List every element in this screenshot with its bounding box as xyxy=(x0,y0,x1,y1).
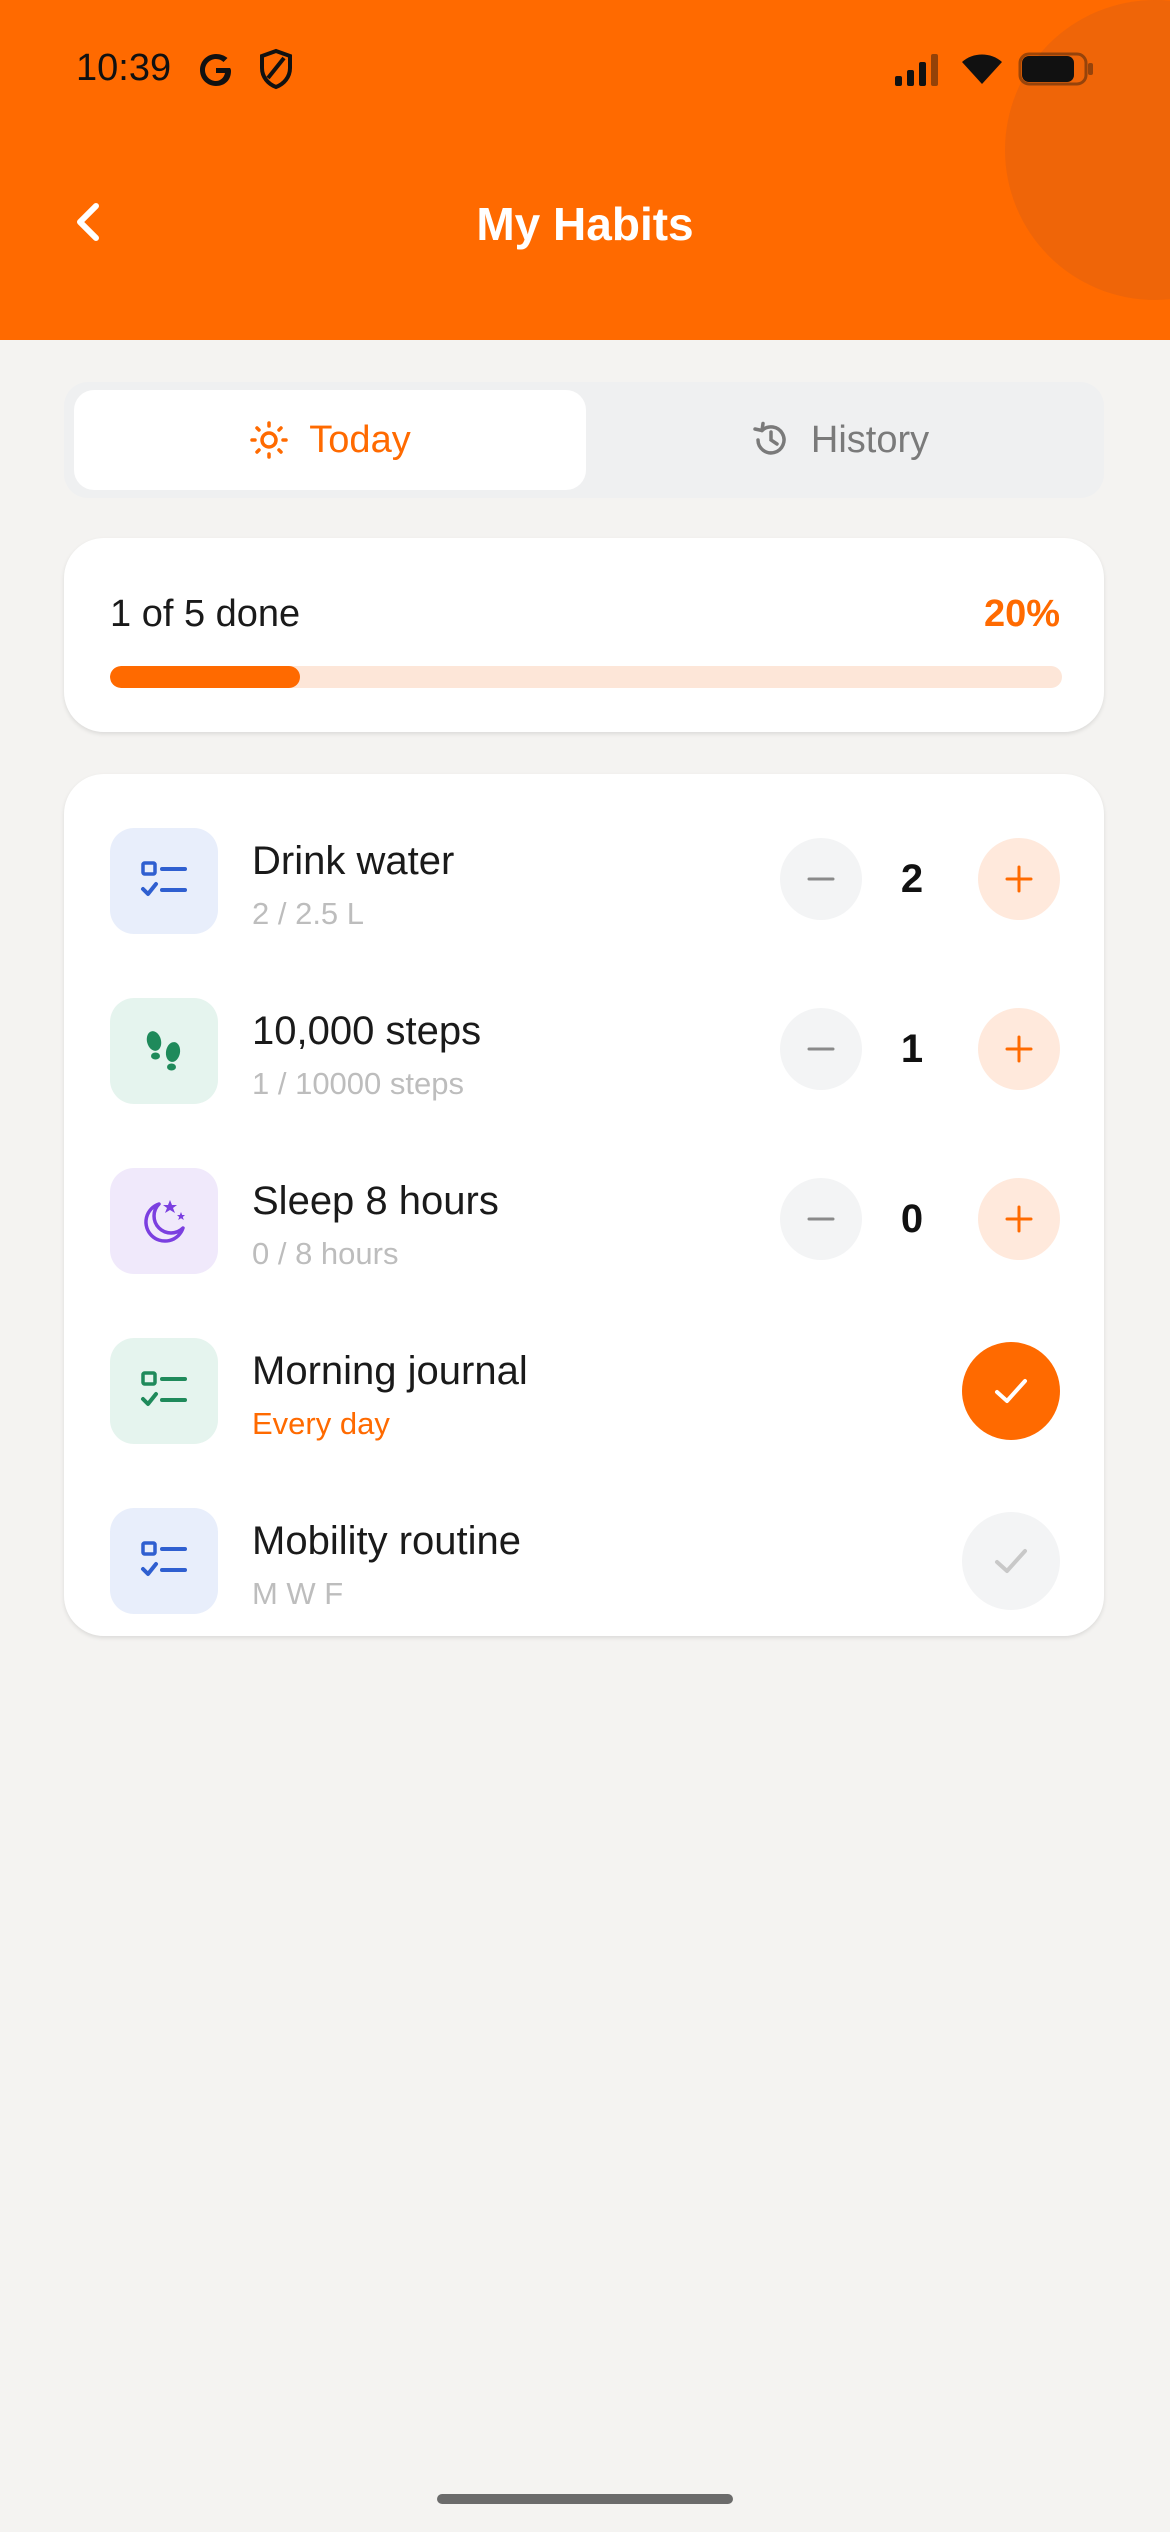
habit-row-mobility-routine: Mobility routine M W F xyxy=(64,1476,1104,1646)
progress-percent: 20% xyxy=(983,593,1060,635)
tab-history-label: History xyxy=(810,418,930,461)
habit-progress: 2 / 2.5 L xyxy=(252,896,365,931)
status-time: 10:39 xyxy=(76,47,172,89)
tab-today-label: Today xyxy=(309,418,411,461)
app-header: 10:39 My Habits xyxy=(0,0,1170,340)
moon-stars-icon xyxy=(144,1200,185,1243)
habits-list: Drink water 2 / 2.5 L 2 10,000 steps 1 /… xyxy=(64,774,1104,1636)
checklist-icon xyxy=(141,861,187,896)
increment-button[interactable] xyxy=(978,1008,1060,1090)
google-icon xyxy=(200,54,231,86)
habit-icon-container xyxy=(110,998,218,1104)
wifi-icon xyxy=(962,54,1002,84)
home-indicator[interactable] xyxy=(437,2494,733,2504)
tab-today[interactable]: Today xyxy=(74,390,586,490)
tab-bar: Today History xyxy=(64,382,1104,498)
habit-name: 10,000 steps xyxy=(252,1009,482,1053)
shield-icon xyxy=(260,48,292,90)
habit-icon-container xyxy=(110,1508,218,1614)
habit-icon-container xyxy=(110,1168,218,1274)
plus-icon xyxy=(1005,1205,1033,1233)
signal-icon xyxy=(895,54,938,86)
habit-row-steps: 10,000 steps 1 / 10000 steps 1 xyxy=(64,966,1104,1136)
habit-count: 0 xyxy=(900,1197,924,1241)
habit-name: Drink water xyxy=(252,839,455,883)
habit-count: 1 xyxy=(900,1027,924,1071)
increment-button[interactable] xyxy=(978,838,1060,920)
history-icon xyxy=(753,421,786,455)
progress-bar-fill xyxy=(110,666,301,688)
minus-icon xyxy=(807,1047,835,1051)
habit-progress: 1 / 10000 steps xyxy=(252,1066,464,1101)
complete-toggle[interactable] xyxy=(962,1512,1060,1610)
page-title: My Habits xyxy=(476,198,694,250)
habit-name: Sleep 8 hours xyxy=(252,1179,499,1223)
habit-schedule: M W F xyxy=(252,1576,344,1611)
habit-name: Morning journal xyxy=(252,1349,528,1393)
habit-row-morning-journal: Morning journal Every day xyxy=(64,1306,1104,1476)
check-icon xyxy=(995,1379,1027,1403)
check-icon xyxy=(995,1549,1027,1573)
habit-name: Mobility routine xyxy=(252,1519,522,1563)
complete-toggle[interactable] xyxy=(962,1342,1060,1440)
plus-icon xyxy=(1005,1035,1033,1063)
habit-row-sleep: Sleep 8 hours 0 / 8 hours 0 xyxy=(64,1136,1104,1306)
progress-card: 1 of 5 done 20% xyxy=(64,538,1104,732)
habit-schedule: Every day xyxy=(252,1406,390,1441)
checklist-icon xyxy=(141,1541,187,1576)
increment-button[interactable] xyxy=(978,1178,1060,1260)
checklist-icon xyxy=(141,1371,187,1406)
decrement-button[interactable] xyxy=(780,1178,862,1260)
footsteps-icon xyxy=(146,1031,181,1071)
decrement-button[interactable] xyxy=(780,1008,862,1090)
tab-history[interactable]: History xyxy=(584,390,1096,490)
habit-row-drink-water: Drink water 2 / 2.5 L 2 xyxy=(64,796,1104,966)
habit-icon-container xyxy=(110,828,218,934)
progress-text: 1 of 5 done xyxy=(110,593,301,635)
progress-bar xyxy=(110,666,1062,688)
battery-icon xyxy=(1018,52,1093,86)
habit-icon-container xyxy=(110,1338,218,1444)
header-decoration xyxy=(1005,0,1170,300)
sun-icon xyxy=(250,421,289,459)
minus-icon xyxy=(807,1217,835,1221)
decrement-button[interactable] xyxy=(780,838,862,920)
plus-icon xyxy=(1005,865,1033,893)
habit-count: 2 xyxy=(900,857,924,901)
habit-progress: 0 / 8 hours xyxy=(252,1236,399,1271)
minus-icon xyxy=(807,877,835,881)
